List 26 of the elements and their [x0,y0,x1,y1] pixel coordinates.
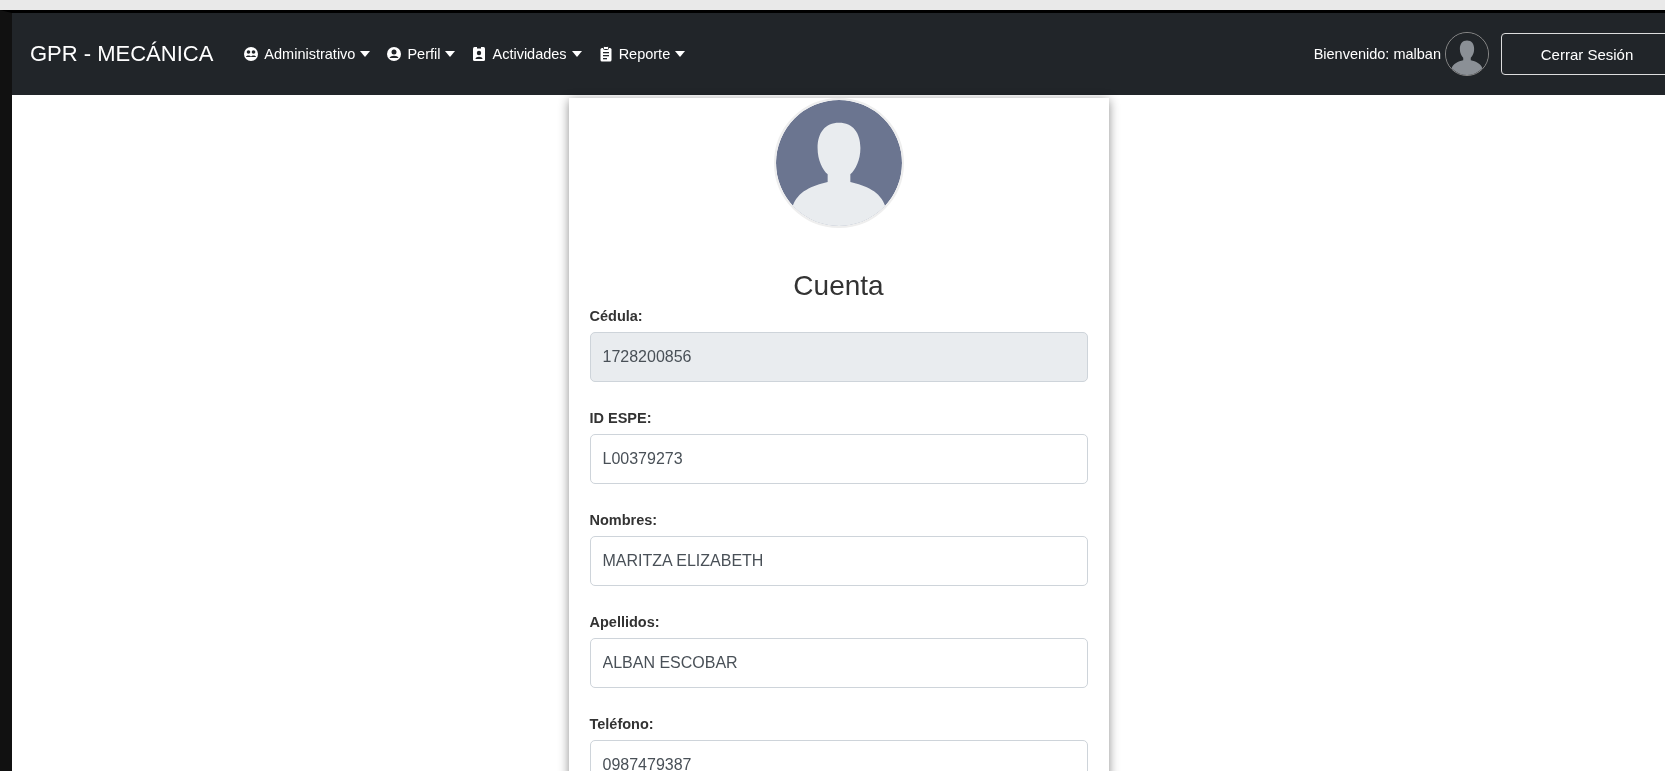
caret-icon [571,51,582,57]
card-title: Cuenta [792,270,885,302]
input-field[interactable]: ALBAN ESCOBAR [589,638,1088,688]
caret-icon [360,51,371,57]
logout-button[interactable]: Cerrar Sesión [1501,33,1665,75]
caret-icon [445,51,456,57]
field-label: Teléfono: [589,716,655,732]
profile-avatar-icon [773,98,904,228]
input-field[interactable]: L00379273 [589,434,1088,484]
field-label: Cédula: [589,308,644,324]
field-label: ID ESPE: [589,410,653,426]
nav-menu[interactable]: Perfil [386,46,456,62]
user-avatar-icon [1445,32,1489,76]
caret-icon [675,51,686,57]
nav-menu[interactable]: Administrativo [243,46,371,62]
input-field[interactable]: 0987479387 [589,740,1088,771]
field-label: Apellidos: [589,614,661,630]
input-field[interactable]: MARITZA ELIZABETH [589,536,1088,586]
field-label: Nombres: [589,512,659,528]
id-badge-icon [471,46,488,62]
welcome-text: Bienvenido: malban [1313,46,1441,62]
clipboard-icon [597,46,614,62]
user-icon [386,46,403,62]
nav-menu[interactable]: Actividades [471,46,582,62]
brand-title[interactable]: GPR - MECÁNICA [30,41,214,67]
nav-menu[interactable]: Reporte [597,46,686,62]
